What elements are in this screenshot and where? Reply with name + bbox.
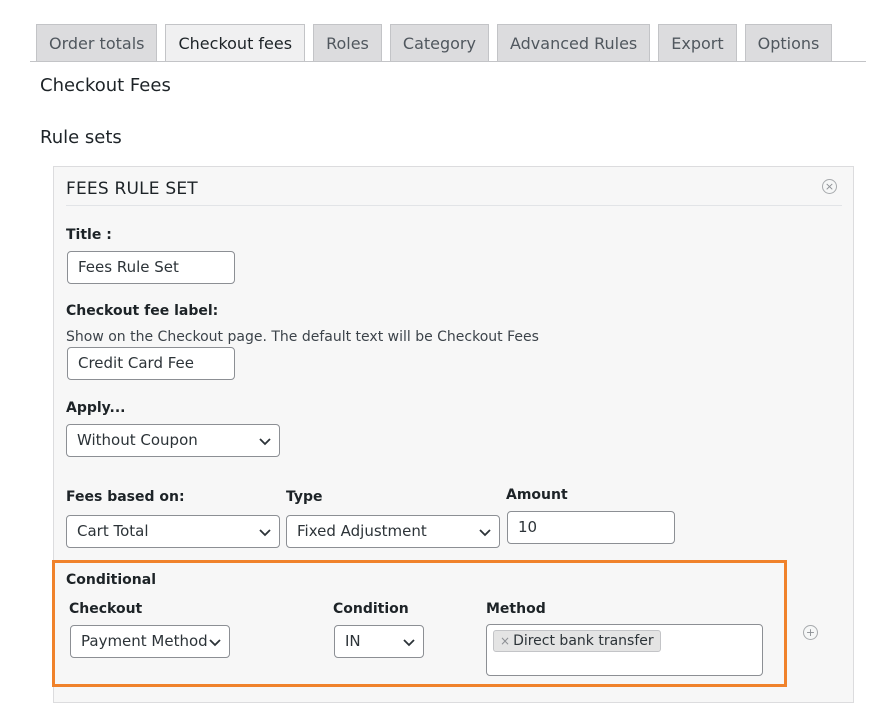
title-input[interactable]: Fees Rule Set <box>67 251 235 284</box>
title-label: Title : <box>66 227 112 243</box>
method-chip-label: Direct bank transfer <box>513 633 654 649</box>
fees-based-label: Fees based on: <box>66 489 185 505</box>
type-select-value: Fixed Adjustment <box>297 522 427 540</box>
remove-rule-set-button[interactable]: × <box>822 179 837 194</box>
fee-label-help: Show on the Checkout page. The default t… <box>66 329 539 345</box>
page-title: Checkout Fees <box>40 75 171 96</box>
tab-order-totals[interactable]: Order totals <box>36 24 158 61</box>
chevron-down-icon <box>209 639 221 647</box>
chevron-down-icon <box>259 529 271 537</box>
fee-label-label: Checkout fee label: <box>66 303 219 319</box>
section-title: Rule sets <box>40 127 122 148</box>
tab-roles[interactable]: Roles <box>313 24 382 61</box>
condition-label: Condition <box>333 601 409 617</box>
chevron-down-icon <box>479 529 491 537</box>
amount-label: Amount <box>506 487 568 503</box>
apply-label: Apply... <box>66 400 126 416</box>
tab-export[interactable]: Export <box>658 24 737 61</box>
tab-options[interactable]: Options <box>744 24 833 61</box>
tab-checkout-fees[interactable]: Checkout fees <box>165 24 306 62</box>
apply-select-value: Without Coupon <box>77 431 198 449</box>
method-label: Method <box>486 601 546 617</box>
apply-select[interactable]: Without Coupon <box>66 424 280 457</box>
chip-remove-icon[interactable]: × <box>500 634 510 648</box>
type-select[interactable]: Fixed Adjustment <box>286 515 500 548</box>
tab-divider <box>30 61 866 62</box>
chevron-down-icon <box>259 438 271 446</box>
add-condition-button[interactable]: + <box>803 625 818 640</box>
checkout-label: Checkout <box>69 601 143 617</box>
method-chip[interactable]: × Direct bank transfer <box>493 630 661 652</box>
fees-based-select[interactable]: Cart Total <box>66 515 280 548</box>
method-multiselect[interactable]: × Direct bank transfer <box>486 624 763 676</box>
tab-category[interactable]: Category <box>389 24 489 61</box>
settings-tabs: Order totals Checkout fees Roles Categor… <box>36 24 840 62</box>
plus-circle-icon: + <box>805 626 816 639</box>
panel-divider <box>66 205 842 206</box>
conditional-label: Conditional <box>66 572 157 588</box>
amount-input[interactable]: 10 <box>507 511 675 544</box>
close-circle-icon: × <box>824 180 835 193</box>
chevron-down-icon <box>403 639 415 647</box>
condition-select-value: IN <box>345 632 361 650</box>
type-label: Type <box>286 489 323 505</box>
fees-based-select-value: Cart Total <box>77 522 149 540</box>
fee-label-input[interactable]: Credit Card Fee <box>67 347 235 380</box>
panel-title: FEES RULE SET <box>66 179 198 199</box>
tab-advanced-rules[interactable]: Advanced Rules <box>496 24 651 61</box>
checkout-select[interactable]: Payment Method <box>70 625 230 658</box>
condition-select[interactable]: IN <box>334 625 424 658</box>
checkout-select-value: Payment Method <box>81 632 208 650</box>
